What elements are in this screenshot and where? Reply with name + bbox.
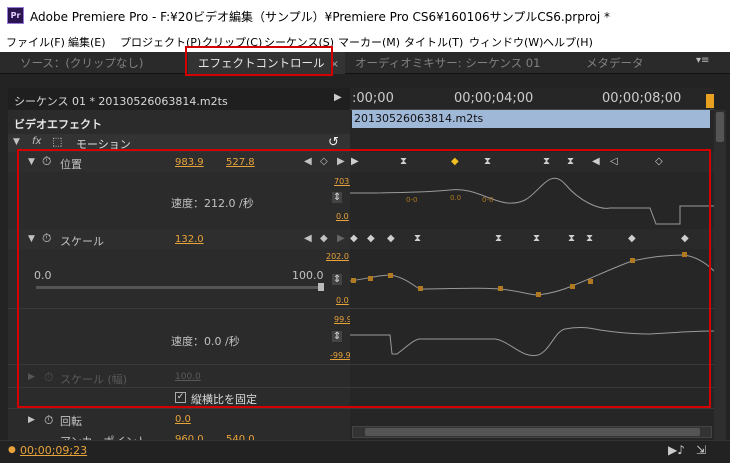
video-effect-heading: ビデオエフェクト [14, 118, 102, 131]
menu-edit[interactable]: 編集(E) [68, 34, 106, 50]
timecode-0: :00;00 [352, 91, 394, 106]
premiere-logo-icon: Pr [7, 7, 24, 24]
panel-tab-bar: ソース：(クリップなし) エフェクトコントロール × オーディオミキサー: シーケ… [0, 52, 730, 74]
divider [350, 408, 714, 409]
tab-source[interactable]: ソース：(クリップなし) [20, 55, 143, 71]
highlight-keyframes-region [17, 149, 711, 408]
vertical-scrollbar-thumb[interactable] [716, 112, 724, 142]
chevron-right-icon[interactable]: ▶ [334, 92, 342, 103]
current-timecode[interactable]: 00;00;09;23 [20, 444, 87, 457]
rotation-label: 回転 [60, 415, 82, 428]
sequence-header: シーケンス 01 * 20130526063814.m2ts ▶ [8, 88, 350, 110]
export-icon[interactable]: ⇲ [696, 443, 706, 457]
bottom-bar: ● 00;00;09;23 ▶♪ ⇲ [0, 440, 730, 463]
clip-name: 20130526063814.m2ts [354, 112, 484, 125]
menu-title[interactable]: タイトル(T) [404, 34, 463, 50]
tab-audio-mixer[interactable]: オーディオミキサー: シーケンス 01 [355, 55, 540, 71]
title-bar: Pr Adobe Premiere Pro - F:¥20ビデオ編集（サンプル）… [0, 0, 730, 31]
timecode-4: 00;00;04;00 [454, 91, 534, 106]
scrollbar-thumb[interactable] [365, 428, 700, 436]
motion-box-icon[interactable]: ⬚ [52, 135, 62, 148]
time-marker-icon: ● [8, 445, 16, 455]
playhead-icon[interactable] [706, 94, 714, 108]
menu-marker[interactable]: マーカー(M) [338, 34, 400, 50]
menu-help[interactable]: ヘルプ(H) [543, 34, 593, 50]
menu-bar: ファイル(F) 編集(E) プロジェクト(P) クリップ(C) シーケンス(S)… [0, 31, 730, 52]
highlight-effect-tab [185, 46, 333, 76]
rotation-value[interactable]: 0.0 [175, 414, 191, 425]
vertical-scrollbar[interactable] [714, 110, 726, 440]
window-title: Adobe Premiere Pro - F:¥20ビデオ編集（サンプル）¥Pr… [30, 10, 611, 24]
menu-file[interactable]: ファイル(F) [6, 34, 65, 50]
sequence-name: シーケンス 01 * 20130526063814.m2ts [14, 95, 228, 108]
reset-icon[interactable]: ↺ [328, 135, 339, 150]
timeline-scrollbar[interactable] [352, 426, 712, 438]
chevron-down-icon[interactable]: ▼ [13, 137, 20, 147]
time-ruler[interactable]: :00;00 00;00;04;00 00;00;08;00 [350, 88, 714, 110]
stopwatch-icon[interactable]: ⏱ [44, 413, 53, 428]
divider [8, 408, 350, 409]
clip-bar[interactable]: 20130526063814.m2ts [352, 110, 710, 128]
play-audio-icon[interactable]: ▶♪ [668, 443, 685, 457]
timecode-8: 00;00;08;00 [602, 91, 682, 106]
menu-window[interactable]: ウィンドウ(W) [469, 34, 543, 50]
tab-metadata[interactable]: メタデータ [586, 55, 644, 71]
fx-icon[interactable]: fx [32, 136, 41, 147]
chevron-right-icon[interactable]: ▶ [28, 415, 35, 425]
panel-menu-icon[interactable]: ▾≡ [696, 55, 709, 66]
